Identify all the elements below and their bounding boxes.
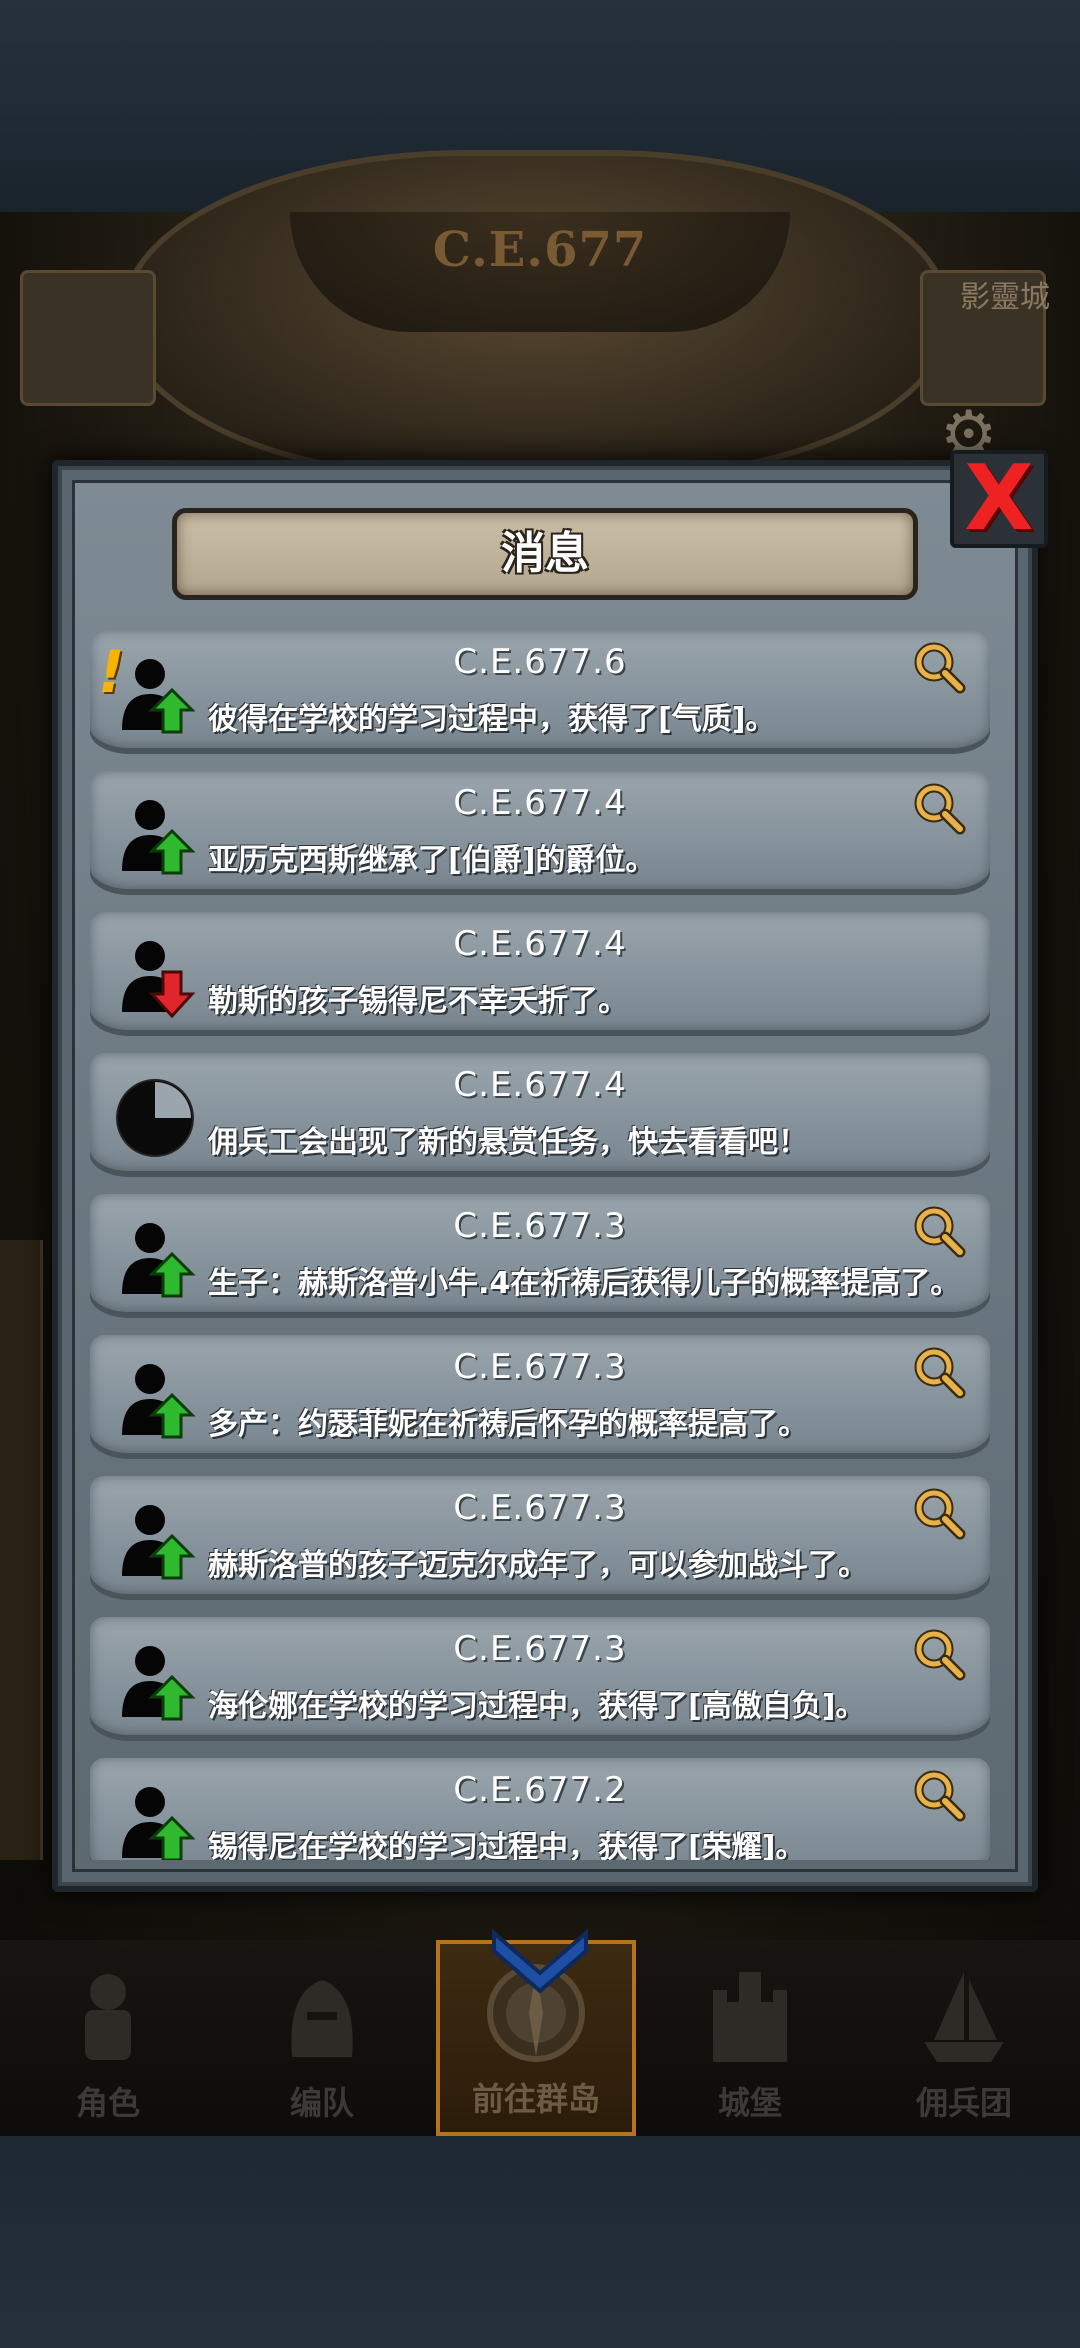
message-date: C.E.677.3 [453, 1488, 627, 1528]
chevron-down-icon [492, 1928, 588, 1994]
magnifier-icon[interactable] [912, 640, 966, 694]
left-side-panel [0, 1240, 43, 1860]
close-icon: X [964, 446, 1034, 551]
nav-label: 编队 [289, 2084, 354, 2122]
bottom-system-band [0, 2136, 1080, 2348]
message-date: C.E.677.4 [453, 1065, 627, 1105]
message-list[interactable]: ! C.E.677.6 彼得在学校的学习过程中，获得了[气质]。 C.E.677.4 亚… [90, 630, 990, 1860]
message-item[interactable]: C.E.677.3 海伦娜在学校的学习过程中，获得了[高傲自负]。 [90, 1617, 990, 1735]
message-text: 赫斯洛普的孩子迈克尔成年了，可以参加战斗了。 [208, 1548, 868, 1583]
message-text: 多产：约瑟菲妮在祈祷后怀孕的概率提高了。 [208, 1407, 808, 1442]
hourglass-tab[interactable] [20, 270, 156, 406]
magnifier-icon[interactable] [912, 1768, 966, 1822]
nav-item-3[interactable]: 城堡 [650, 1940, 850, 2136]
message-text: 锡得尼在学校的学习过程中，获得了[荣耀]。 [208, 1830, 806, 1860]
castle-icon [713, 1972, 787, 2062]
close-button[interactable]: X [950, 450, 1048, 548]
nav-label: 城堡 [717, 2084, 782, 2122]
message-item[interactable]: ! C.E.677.6 彼得在学校的学习过程中，获得了[气质]。 [90, 630, 990, 748]
message-date: C.E.677.3 [453, 1206, 627, 1246]
message-text: 海伦娜在学校的学习过程中，获得了[高傲自负]。 [208, 1689, 866, 1724]
modal-title: 消息 [501, 528, 589, 579]
helmet-icon [291, 1980, 353, 2057]
era-label: C.E.677 [432, 222, 648, 278]
nav-label: 角色 [75, 2084, 140, 2122]
nav-item-4[interactable]: 佣兵团 [864, 1940, 1064, 2136]
mercenary-ship-icon [924, 1972, 1004, 2062]
message-date: C.E.677.4 [453, 924, 627, 964]
message-item[interactable]: C.E.677.3 赫斯洛普的孩子迈克尔成年了，可以参加战斗了。 [90, 1476, 990, 1594]
message-date: C.E.677.3 [453, 1347, 627, 1387]
nav-label: 佣兵团 [915, 2084, 1012, 2122]
message-item[interactable]: C.E.677.2 锡得尼在学校的学习过程中，获得了[荣耀]。 [90, 1758, 990, 1860]
message-text: 佣兵工会出现了新的悬赏任务，快去看看吧！ [208, 1125, 808, 1160]
message-item[interactable]: C.E.677.3 生子：赫斯洛普小牛.4在祈祷后获得儿子的概率提高了。 [90, 1194, 990, 1312]
modal-title-plate: 消息 [172, 508, 918, 600]
message-text: 亚历克西斯继承了[伯爵]的爵位。 [208, 843, 656, 878]
magnifier-icon[interactable] [912, 1486, 966, 1540]
message-text: 勒斯的孩子锡得尼不幸夭折了。 [208, 984, 628, 1019]
nav-label: 前往群岛 [471, 2080, 600, 2118]
message-date: C.E.677.4 [453, 783, 627, 823]
message-item[interactable]: C.E.677.4 亚历克西斯继承了[伯爵]的爵位。 [90, 771, 990, 889]
magnifier-icon[interactable] [912, 781, 966, 835]
nav-item-1[interactable]: 编队 [222, 1940, 422, 2136]
message-item[interactable]: C.E.677.3 多产：约瑟菲妮在祈祷后怀孕的概率提高了。 [90, 1335, 990, 1453]
message-item[interactable]: C.E.677.4 勒斯的孩子锡得尼不幸夭折了。 [90, 912, 990, 1030]
message-date: C.E.677.6 [453, 642, 627, 682]
magnifier-icon[interactable] [912, 1345, 966, 1399]
message-text: 彼得在学校的学习过程中，获得了[气质]。 [208, 702, 776, 737]
nav-item-0[interactable]: 角色 [8, 1940, 208, 2136]
knight-icon [85, 1974, 131, 2060]
message-date: C.E.677.2 [453, 1770, 627, 1810]
city-label: 影靈城 [960, 280, 1050, 315]
magnifier-icon[interactable] [912, 1204, 966, 1258]
message-item[interactable]: C.E.677.4 佣兵工会出现了新的悬赏任务，快去看看吧！ [90, 1053, 990, 1171]
message-text: 生子：赫斯洛普小牛.4在祈祷后获得儿子的概率提高了。 [208, 1266, 961, 1301]
message-date: C.E.677.3 [453, 1629, 627, 1669]
magnifier-icon[interactable] [912, 1627, 966, 1681]
